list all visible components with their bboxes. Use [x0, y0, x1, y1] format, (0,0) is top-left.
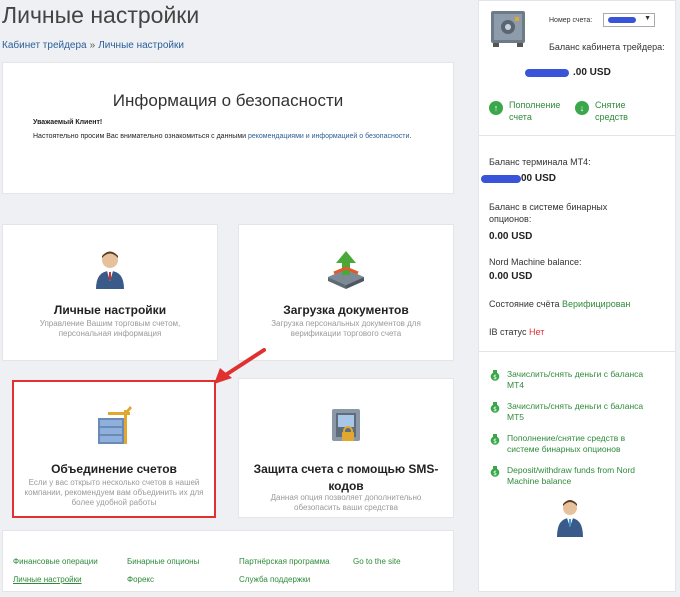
breadcrumb-cabinet-link[interactable]: Кабинет трейдера — [2, 40, 87, 51]
redacted-account-number — [608, 17, 636, 23]
ib-status-value: Нет — [528, 327, 545, 337]
link-go-to-site[interactable]: Go to the site — [353, 557, 401, 566]
tile-title: Объединение счетов — [51, 462, 177, 476]
link-label: Зачислить/снять деньги с баланса МТ5 — [507, 401, 644, 422]
page: Личные настройки Кабинет трейдера» Личные… — [0, 0, 680, 597]
account-status-label: Состояние счёта — [489, 299, 560, 309]
money-bag-icon: $ — [490, 466, 500, 477]
sms-lock-icon — [332, 409, 360, 441]
user-icon — [96, 251, 124, 289]
link-personal-settings[interactable]: Личные настройки — [13, 575, 82, 584]
tile-description: Управление Вашим торговым счетом, персон… — [39, 319, 181, 338]
page-title: Личные настройки — [2, 2, 200, 28]
account-select[interactable]: ▼ — [603, 13, 655, 27]
safe-icon — [491, 11, 525, 47]
tile-title: Личные настройки — [53, 303, 167, 317]
account-status: Состояние счёта Верифицирован — [489, 299, 630, 309]
link-label: Зачислить/снять деньги с баланса МТ4 — [507, 369, 644, 390]
tile-upload-documents[interactable]: Загрузка документов Загрузка персональны… — [238, 224, 454, 361]
security-text-end: . — [409, 133, 412, 140]
link-transfer-mt4[interactable]: $ Зачислить/снять деньги с баланса МТ4 — [490, 369, 657, 391]
redacted-mt4-balance — [481, 175, 521, 183]
breadcrumb-separator: » — [89, 40, 96, 51]
breadcrumb-current[interactable]: Личные настройки — [98, 40, 184, 51]
security-recommendations-link[interactable]: рекомендациями и информацией о безопасно… — [248, 133, 409, 140]
tile-description: Данная опция позволяет дополнительно обе… — [270, 493, 422, 512]
upload-icon — [328, 251, 364, 289]
link-partner-program[interactable]: Партнёрская программа — [239, 557, 330, 566]
balance-value: .00 USD — [573, 67, 611, 78]
tile-title: Защита счета с помощью SMS-кодов — [253, 462, 439, 493]
ib-status-label: IB статус — [489, 327, 527, 337]
binary-balance-label: Баланс в системе бинарных опционов: — [489, 202, 608, 224]
arrow-up-icon: ↑ — [489, 101, 503, 115]
link-transfer-nord-machine[interactable]: $ Deposit/withdraw funds from Nord Machi… — [490, 465, 657, 487]
deposit-label: Пополнение счета — [509, 100, 561, 122]
money-bag-icon: $ — [490, 434, 500, 445]
footer-links: Финансовые операции Бинарные опционы Пар… — [2, 530, 454, 592]
support-avatar-icon — [557, 500, 583, 537]
account-sidebar: Номер счета: ▼ Баланс кабинета трейдера:… — [478, 0, 676, 592]
svg-text:$: $ — [493, 406, 497, 413]
binary-balance-value: 0.00 USD — [489, 231, 533, 242]
tile-personal-settings[interactable]: Личные настройки Управление Вашим торгов… — [2, 224, 218, 361]
account-status-value: Верифицирован — [562, 299, 631, 309]
link-support[interactable]: Служба поддержки — [239, 575, 310, 584]
arrow-down-icon: ↓ — [575, 101, 589, 115]
svg-text:$: $ — [493, 374, 497, 381]
link-binary-options[interactable]: Бинарные опционы — [127, 557, 199, 566]
withdraw-label: Снятие средств — [595, 100, 628, 122]
divider — [479, 135, 675, 136]
mt4-balance-label: Баланс терминала МТ4: — [489, 157, 591, 167]
security-text-intro: Настоятельно просим Вас внимательно озна… — [33, 133, 248, 140]
divider — [479, 351, 675, 352]
svg-text:$: $ — [493, 470, 497, 477]
deposit-link[interactable]: ↑ Пополнение счета — [489, 99, 569, 123]
tile-merge-accounts[interactable]: Объединение счетов Если у вас открыто не… — [12, 380, 216, 518]
money-bag-icon: $ — [490, 370, 500, 381]
breadcrumb: Кабинет трейдера» Личные настройки — [2, 40, 184, 51]
tile-sms-protection[interactable]: Защита счета с помощью SMS-кодов Данная … — [238, 378, 454, 518]
link-label: Пополнение/снятие средств в системе бина… — [507, 433, 626, 454]
svg-text:$: $ — [493, 438, 497, 445]
mt4-balance-value: 00 USD — [521, 173, 557, 184]
nord-machine-value: 0.00 USD — [489, 271, 533, 282]
link-financial-operations[interactable]: Финансовые операции — [13, 557, 98, 566]
tile-description: Если у вас открыто несколько счетов в на… — [24, 478, 204, 507]
security-greeting: Уважаемый Клиент! — [33, 119, 103, 126]
ib-status: IB статус Нет — [489, 327, 544, 337]
link-forex[interactable]: Форекс — [127, 575, 154, 584]
account-number-label: Номер счета: — [549, 17, 593, 24]
redacted-balance — [525, 69, 569, 77]
link-transfer-binary[interactable]: $ Пополнение/снятие средств в системе би… — [490, 433, 657, 455]
security-info-panel: Информация о безопасности Уважаемый Клие… — [2, 62, 454, 194]
security-heading: Информация о безопасности — [112, 91, 344, 110]
link-label: Deposit/withdraw funds from Nord Machine… — [507, 465, 636, 486]
chevron-down-icon: ▼ — [644, 15, 651, 22]
security-text: Настоятельно просим Вас внимательно озна… — [33, 131, 433, 143]
tile-title: Загрузка документов — [283, 303, 409, 317]
money-bag-icon: $ — [490, 402, 500, 413]
link-transfer-mt5[interactable]: $ Зачислить/снять деньги с баланса МТ5 — [490, 401, 657, 423]
balance-label: Баланс кабинета трейдера: — [549, 42, 665, 52]
merge-accounts-icon — [98, 406, 132, 444]
withdraw-link[interactable]: ↓ Снятие средств — [575, 99, 655, 123]
tile-description: Загрузка персональных документов для вер… — [271, 319, 421, 338]
nord-machine-label: Nord Machine balance: — [489, 257, 582, 267]
